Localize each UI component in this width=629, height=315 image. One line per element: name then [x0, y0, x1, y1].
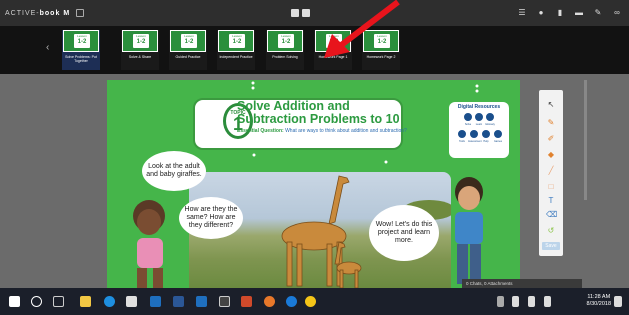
- thumbnail-1[interactable]: Lesson 1-2 Solve Problems: Put Together: [62, 30, 100, 70]
- powerpoint-icon[interactable]: [241, 296, 252, 307]
- pen-tool-icon[interactable]: ✎: [546, 118, 556, 128]
- page-thumbnail-strip: ‹ Lesson 1-2 Solve Problems: Put Together…: [0, 26, 629, 74]
- speech-bubble-2: How are they the same? How are they diff…: [179, 197, 243, 239]
- text-tool-icon[interactable]: T: [546, 196, 556, 206]
- thumbnail-label: Solve & Share: [128, 55, 152, 59]
- edge-icon[interactable]: [104, 296, 115, 307]
- resource-button-glossary[interactable]: [485, 112, 495, 122]
- thumbnail-label: Problem Solving: [272, 55, 298, 59]
- double-page-view-icon[interactable]: [302, 9, 310, 17]
- windows-taskbar: 11:28 AM 8/30/2018: [0, 288, 629, 315]
- thumbnail-label: Guided Practice: [175, 55, 201, 59]
- scrollbar[interactable]: [584, 80, 587, 200]
- firefox-icon[interactable]: [264, 296, 275, 307]
- thumbnail-card: Lesson1-2: [63, 30, 99, 52]
- essential-question: Essential Question: What are ways to thi…: [237, 128, 407, 134]
- boy-character: [455, 177, 483, 284]
- thumbnail-4[interactable]: Lesson 1-2 Independent Practice: [217, 30, 255, 70]
- digital-resources-panel: Digital Resources Solve Learn Glossary T…: [449, 102, 509, 158]
- resource-button-help[interactable]: [481, 129, 491, 139]
- resource-label: Assessment: [468, 140, 482, 143]
- search-icon[interactable]: [31, 296, 42, 307]
- bookmark-icon[interactable]: ▮: [556, 8, 564, 17]
- thumbnail-3[interactable]: Lesson 1-2 Guided Practice: [169, 30, 207, 70]
- resource-button-solve[interactable]: [463, 112, 473, 122]
- app-logo: ACTIVE-book M: [5, 9, 71, 17]
- page-title: Solve Addition and Subtraction Problems …: [237, 99, 400, 126]
- resource-button-tools[interactable]: [457, 129, 467, 139]
- resource-button-learn[interactable]: [474, 112, 484, 122]
- speech-bubble-3: Wow! Let's do this project and learn mor…: [369, 205, 439, 261]
- chrome-icon[interactable]: [305, 296, 316, 307]
- pointer-tool-icon[interactable]: ↖: [546, 100, 556, 110]
- shape-tool-icon[interactable]: □: [546, 182, 556, 192]
- resource-button-games[interactable]: [493, 129, 503, 139]
- resource-label: Games: [493, 140, 503, 143]
- thumbnail-5[interactable]: Lesson 1-2 Problem Solving: [266, 30, 304, 70]
- thumbnail-card: Lesson1-2: [170, 30, 206, 52]
- table-of-contents-icon[interactable]: ☰: [518, 8, 526, 17]
- clear-tool-icon[interactable]: ⌫: [546, 210, 557, 220]
- girl-character: [133, 200, 165, 288]
- file-explorer-icon[interactable]: [80, 296, 91, 307]
- eraser-tool-icon[interactable]: ◆: [546, 150, 556, 160]
- resource-button-assessment[interactable]: [469, 129, 479, 139]
- volume-icon[interactable]: [544, 296, 551, 307]
- thumbnail-label: Solve Problems: Put Together: [65, 55, 97, 63]
- link-icon[interactable]: ∞: [613, 8, 621, 17]
- chevron-left-icon[interactable]: ‹: [46, 42, 49, 53]
- resource-label: Glossary: [485, 123, 495, 126]
- save-button[interactable]: Save: [542, 242, 560, 250]
- pencil-icon[interactable]: ✎: [594, 8, 602, 17]
- task-view-icon[interactable]: [53, 296, 64, 307]
- highlighter-icon[interactable]: ▬: [575, 8, 583, 17]
- resource-label: Help: [483, 140, 489, 143]
- annotation-tool-panel: ↖ ✎ ✐ ◆ ╱ □ T ⌫ ↺ Save: [539, 90, 563, 256]
- single-page-view-icon[interactable]: [291, 9, 299, 17]
- highlighter-tool-icon[interactable]: ✐: [546, 134, 556, 144]
- speech-bubble-1: Look at the adult and baby giraffes.: [142, 151, 206, 191]
- thumbnail-card: Lesson1-2: [122, 30, 158, 52]
- undo-tool-icon[interactable]: ↺: [546, 226, 556, 236]
- internet-explorer-icon[interactable]: [286, 296, 297, 307]
- digital-resources-title: Digital Resources: [457, 104, 501, 110]
- thumbnail-card: Lesson1-2: [267, 30, 303, 52]
- top-toolbar: ACTIVE-book M ☰ ● ▮ ▬ ✎ ∞: [0, 0, 629, 26]
- mail-icon[interactable]: [150, 296, 161, 307]
- people-icon[interactable]: [497, 296, 504, 307]
- notifications-icon[interactable]: [614, 296, 622, 307]
- battery-icon[interactable]: [528, 296, 535, 307]
- menu-icon[interactable]: [76, 9, 85, 17]
- line-tool-icon[interactable]: ╱: [546, 166, 556, 176]
- red-arrow-annotation: [324, 0, 400, 58]
- chat-icon[interactable]: ●: [537, 8, 545, 17]
- resource-label: Tools: [459, 140, 465, 143]
- word-icon[interactable]: [173, 296, 184, 307]
- thumbnail-label: Independent Practice: [219, 55, 253, 59]
- network-icon[interactable]: [512, 296, 519, 307]
- thumbnail-card: Lesson1-2: [218, 30, 254, 52]
- store-icon[interactable]: [126, 296, 137, 307]
- thumbnail-2[interactable]: Lesson 1-2 Solve & Share: [121, 30, 159, 70]
- system-clock[interactable]: 11:28 AM 8/30/2018: [587, 294, 611, 308]
- app-icon[interactable]: [219, 296, 230, 307]
- outlook-icon[interactable]: [196, 296, 207, 307]
- start-icon[interactable]: [9, 296, 20, 307]
